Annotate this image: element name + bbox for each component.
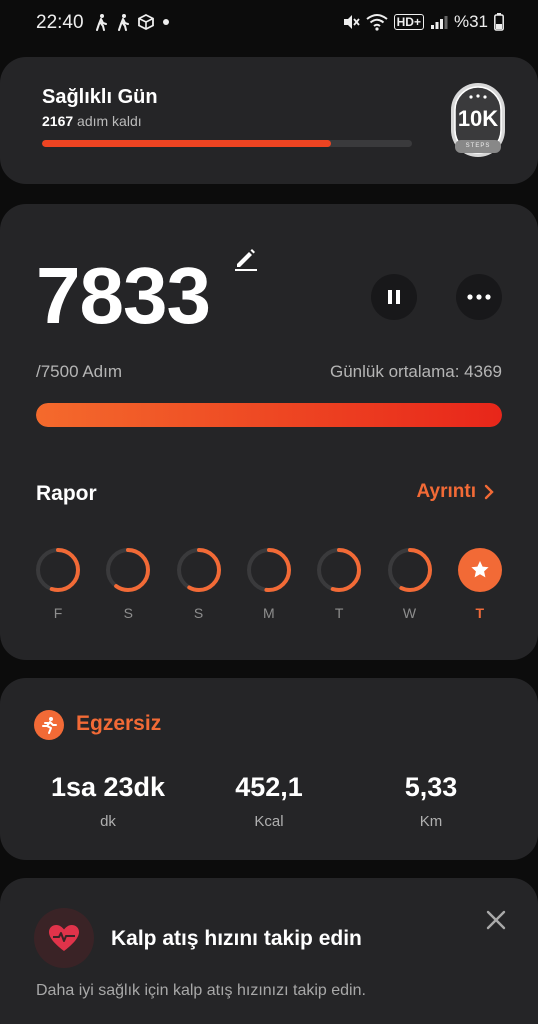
day-progress-ring xyxy=(176,548,221,592)
day-progress-ring xyxy=(387,548,432,592)
star-icon xyxy=(457,548,502,592)
day-item[interactable]: T xyxy=(457,547,503,635)
day-label: S xyxy=(193,605,204,621)
step-goal-label: /7500 Adım xyxy=(36,362,123,381)
heart-rate-title: Kalp atış hızını takip edin xyxy=(111,927,362,950)
package-icon xyxy=(138,14,154,30)
day-item[interactable]: S xyxy=(105,547,151,635)
step-count: 7833 xyxy=(36,251,211,340)
details-label: Ayrıntı xyxy=(416,481,476,502)
steps-progress-track xyxy=(36,403,502,427)
close-icon xyxy=(486,910,506,930)
exercise-calories: 452,1 Kcal xyxy=(184,772,354,830)
day-item[interactable]: S xyxy=(176,547,222,635)
notification-icons xyxy=(94,13,170,31)
battery-icon xyxy=(494,13,504,31)
pencil-icon xyxy=(235,249,257,271)
10k-steps-badge: 10K STEPS xyxy=(450,82,506,158)
report-title: Rapor xyxy=(36,482,97,505)
pause-icon xyxy=(388,290,400,304)
steps-progress-fill xyxy=(36,403,502,427)
system-icons: HD+ %31 xyxy=(342,12,504,32)
goal-progress-fill xyxy=(42,140,331,147)
badge-sub: STEPS xyxy=(465,143,491,149)
screen: 22:40 HD+ %31 Sağlıklı Gün 2167 adım kal… xyxy=(0,0,538,1024)
duration-unit: dk xyxy=(100,813,116,830)
goal-remaining-value: 2167 xyxy=(42,113,74,129)
heart-icon xyxy=(49,925,79,951)
details-link[interactable]: Ayrıntı xyxy=(417,481,494,503)
exercise-distance: 5,33 Km xyxy=(346,772,516,830)
walking-icon xyxy=(96,14,107,31)
status-bar: 22:40 HD+ %31 xyxy=(0,0,538,48)
badge-label: 10K xyxy=(457,106,499,131)
network-type-label: HD+ xyxy=(393,14,424,30)
day-label: W xyxy=(402,605,417,621)
exercise-card[interactable] xyxy=(0,678,538,860)
walking-icon-2 xyxy=(118,14,129,31)
day-label: S xyxy=(123,605,133,621)
status-time: 22:40 xyxy=(36,12,84,33)
pause-button[interactable] xyxy=(371,274,417,320)
dot-icon xyxy=(163,19,169,25)
exercise-title: Egzersiz xyxy=(76,712,162,735)
more-options-button[interactable] xyxy=(456,274,502,320)
running-icon xyxy=(34,710,64,740)
signal-icon xyxy=(430,16,448,29)
more-icon xyxy=(467,294,491,300)
day-label: T xyxy=(475,605,485,621)
chevron-right-icon xyxy=(484,484,494,500)
wifi-icon xyxy=(366,14,388,31)
duration-value: 1sa 23dk xyxy=(50,772,166,802)
day-label: F xyxy=(53,605,63,621)
battery-percent: %31 xyxy=(453,12,488,31)
heart-rate-description: Daha iyi sağlık için kalp atış hızınızı … xyxy=(36,982,366,999)
day-progress-ring xyxy=(246,548,291,592)
day-label: M xyxy=(263,605,275,621)
calories-value: 452,1 xyxy=(235,772,303,802)
day-progress-ring xyxy=(36,548,80,592)
day-label: T xyxy=(334,605,344,621)
distance-value: 5,33 xyxy=(404,772,458,802)
goal-title: Sağlıklı Gün xyxy=(42,86,158,108)
day-item[interactable]: F xyxy=(35,547,81,635)
daily-average-label: Günlük ortalama: 4369 xyxy=(330,362,502,381)
day-item[interactable]: T xyxy=(316,547,362,635)
goal-remaining: 2167 adım kaldı xyxy=(42,113,142,129)
exercise-duration: 1sa 23dk dk xyxy=(23,772,193,830)
goal-remaining-text: adım kaldı xyxy=(73,113,142,129)
day-item[interactable]: W xyxy=(387,547,433,635)
edit-goal-button[interactable] xyxy=(232,244,260,272)
day-progress-ring xyxy=(317,548,362,592)
heart-rate-icon-bg xyxy=(34,908,94,968)
close-button[interactable] xyxy=(484,908,508,932)
mute-icon xyxy=(343,15,360,29)
day-progress-ring xyxy=(106,548,151,592)
distance-unit: Km xyxy=(419,813,443,830)
calories-unit: Kcal xyxy=(254,813,284,830)
day-item[interactable]: M xyxy=(246,547,292,635)
goal-progress-track xyxy=(42,140,412,147)
